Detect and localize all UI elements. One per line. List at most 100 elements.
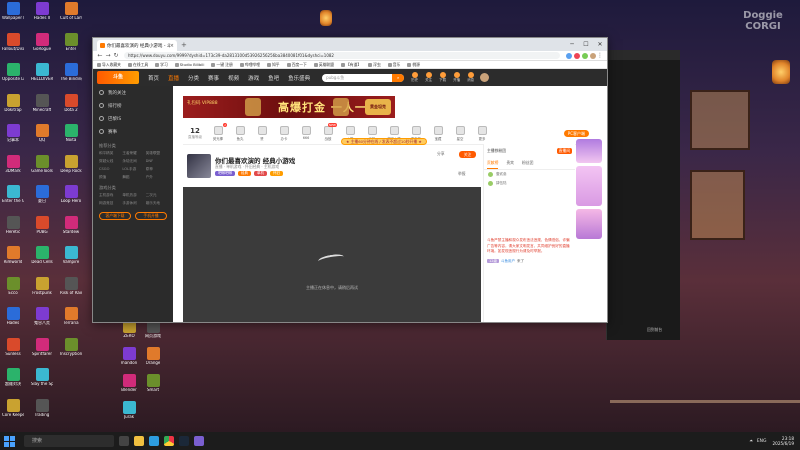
- chat-tab[interactable]: 贡献榜: [487, 158, 499, 169]
- share-button[interactable]: 分享: [437, 151, 445, 157]
- menu-icon[interactable]: ⋮: [596, 52, 604, 59]
- sidebar-item[interactable]: 巴黎IS: [93, 112, 173, 125]
- ad-card[interactable]: [576, 209, 602, 239]
- desktop-icon[interactable]: Spiritfarer: [31, 337, 53, 366]
- bookmark-item[interactable]: 导入收藏夹: [97, 62, 121, 68]
- tray-expand-icon[interactable]: ⏶: [749, 438, 753, 444]
- bookmark-item[interactable]: 桃源: [407, 62, 420, 68]
- desktop-icon[interactable]: QQ: [31, 124, 53, 152]
- promo-banner[interactable]: 礼包码 VIP888 高爆打金 一人一鬼服 黄金坦克: [183, 96, 395, 118]
- close-tab-icon[interactable]: ×: [170, 43, 174, 49]
- rank-row[interactable]: 壹贰叁: [484, 170, 575, 179]
- client-download-button[interactable]: 客户端下载: [99, 212, 131, 220]
- desktop-icon[interactable]: Slay the Spire: [31, 368, 53, 396]
- desktop-icon[interactable]: Ecco: [2, 276, 24, 305]
- desktop-icon[interactable]: Dota 2: [60, 93, 82, 122]
- windows-start-icon[interactable]: [2, 434, 16, 448]
- desktop-icon[interactable]: Deep Rock: [60, 154, 82, 183]
- user-avatar[interactable]: [480, 73, 490, 82]
- bookmark-item[interactable]: 百度一下: [286, 62, 307, 68]
- language-indicator[interactable]: ENG: [757, 439, 767, 444]
- header-icon-button[interactable]: 消息: [467, 72, 474, 83]
- desktop-icon[interactable]: Loop Hero: [60, 185, 82, 213]
- header-icon-button[interactable]: 关注: [425, 72, 432, 83]
- header-icon-button[interactable]: 开播: [453, 72, 460, 83]
- desktop-icon[interactable]: Opposite Light: [2, 63, 24, 91]
- bookmark-item[interactable]: 一键 注册: [211, 62, 233, 68]
- site-nav-item[interactable]: 直播: [168, 74, 179, 82]
- side-player-titlebar[interactable]: [607, 50, 680, 60]
- sidebar-category-link[interactable]: 户外: [146, 175, 167, 180]
- desktop-icon[interactable]: Risk of Rain: [60, 276, 82, 305]
- search-icon[interactable]: ⌕: [392, 73, 405, 82]
- video-player[interactable]: 主播正在休息中，请稍后再试: [183, 187, 481, 322]
- gift-item[interactable]: 战鼓 NEW: [317, 123, 339, 141]
- sidebar-category-link[interactable]: 娱乐天地: [146, 201, 167, 206]
- bookmark-item[interactable]: 【有道】: [340, 62, 361, 68]
- gift-item[interactable]: 鱼丸: [229, 126, 251, 141]
- desktop-icon[interactable]: Cult of Lamb: [60, 2, 82, 30]
- gift-item[interactable]: 星空: [449, 126, 471, 141]
- ad-card[interactable]: [576, 166, 602, 206]
- sidebar-category-link[interactable]: 主机游戏: [99, 193, 120, 198]
- desktop-icon[interactable]: Fallout/Disc: [2, 32, 24, 61]
- sidebar-category-link[interactable]: 和平精英: [99, 151, 120, 156]
- gift-item[interactable]: 666: [295, 126, 317, 141]
- bookmark-item[interactable]: 在线工具: [127, 62, 148, 68]
- steam-icon[interactable]: [179, 436, 189, 446]
- stream-tag[interactable]: 经典: [238, 171, 251, 176]
- taskbar-search-input[interactable]: 搜索: [24, 435, 114, 447]
- new-tab-icon[interactable]: +: [181, 41, 187, 49]
- file-explorer-icon[interactable]: [134, 436, 144, 446]
- back-icon[interactable]: ←: [96, 52, 104, 59]
- desktop-icon[interactable]: Jurak: [118, 401, 140, 429]
- site-logo[interactable]: 斗鱼: [97, 71, 139, 84]
- site-nav-item[interactable]: 鱼吧: [268, 74, 279, 82]
- bookmark-item[interactable]: 哔哩哔哩: [239, 62, 260, 68]
- sidebar-category-link[interactable]: 永劫无间: [122, 159, 143, 164]
- bookmark-item[interactable]: 学习: [155, 62, 168, 68]
- rank-row[interactable]: 肆伍陆: [484, 179, 575, 188]
- desktop-icon[interactable]: 鬼谷八荒: [31, 307, 53, 335]
- desktop-icon[interactable]: Terraria: [60, 307, 82, 335]
- desktop-icon[interactable]: 网页游戏: [142, 320, 164, 348]
- url-input[interactable]: https://www.douyu.com/9999?dyshid=173c39…: [124, 52, 560, 59]
- desktop-icon[interactable]: Vampire: [60, 246, 82, 274]
- chat-tab[interactable]: 粉丝团: [522, 158, 533, 169]
- sidebar-category-link[interactable]: LOL手游: [122, 167, 143, 172]
- desktop-icon[interactable]: Stardew: [60, 215, 82, 244]
- browser-tab[interactable]: 你们最喜欢演的 经典小游戏 - 斗鱼 ×: [97, 40, 177, 51]
- side-player-button[interactable]: 回到前台: [647, 327, 662, 333]
- site-nav-item[interactable]: 首页: [148, 74, 159, 82]
- fan-club-label[interactable]: 主播铁粉团: [487, 148, 506, 154]
- desktop-icon[interactable]: Blender: [118, 374, 140, 402]
- site-nav-item[interactable]: 视频: [228, 74, 239, 82]
- live-room-badge[interactable]: 直播间: [556, 148, 572, 154]
- sidebar-category-link[interactable]: 单机热游: [122, 193, 143, 198]
- desktop-icon[interactable]: 超维对决: [2, 368, 24, 396]
- stream-tag[interactable]: 单机: [254, 171, 267, 176]
- gift-item[interactable]: 更多: [471, 126, 493, 141]
- gift-item[interactable]: 宝藏: [427, 126, 449, 141]
- desktop-icon[interactable]: 3DMark: [2, 154, 24, 183]
- desktop-icon[interactable]: Smart: [142, 374, 164, 402]
- desktop-icon[interactable]: ZERO: [118, 320, 140, 348]
- streamer-avatar[interactable]: [187, 154, 211, 178]
- desktop-icon[interactable]: Minecraft: [31, 93, 53, 122]
- sidebar-category-link[interactable]: 舞蹈: [122, 175, 143, 180]
- sidebar-item[interactable]: 我的关注: [93, 86, 173, 99]
- sidebar-item[interactable]: 赛事: [93, 125, 173, 138]
- bookmark-item[interactable]: 音乐: [387, 62, 400, 68]
- sidebar-category-link[interactable]: 王者荣耀: [122, 151, 143, 156]
- follow-button[interactable]: 关注: [459, 151, 476, 158]
- site-nav-item[interactable]: 分类: [188, 74, 199, 82]
- gift-item[interactable]: 荧光棒 1: [207, 123, 229, 141]
- gift-item[interactable]: 办卡: [273, 126, 295, 141]
- pc-client-button[interactable]: PC客户端: [563, 130, 589, 137]
- app-icon[interactable]: [194, 436, 204, 446]
- chat-tab[interactable]: 贵宾: [506, 158, 514, 169]
- desktop-icon[interactable]: Inscryption: [60, 337, 82, 366]
- bookmark-item[interactable]: 英雄联盟: [313, 62, 334, 68]
- header-icon-button[interactable]: 历史: [411, 72, 418, 83]
- stream-tag[interactable]: 怀旧: [270, 171, 283, 176]
